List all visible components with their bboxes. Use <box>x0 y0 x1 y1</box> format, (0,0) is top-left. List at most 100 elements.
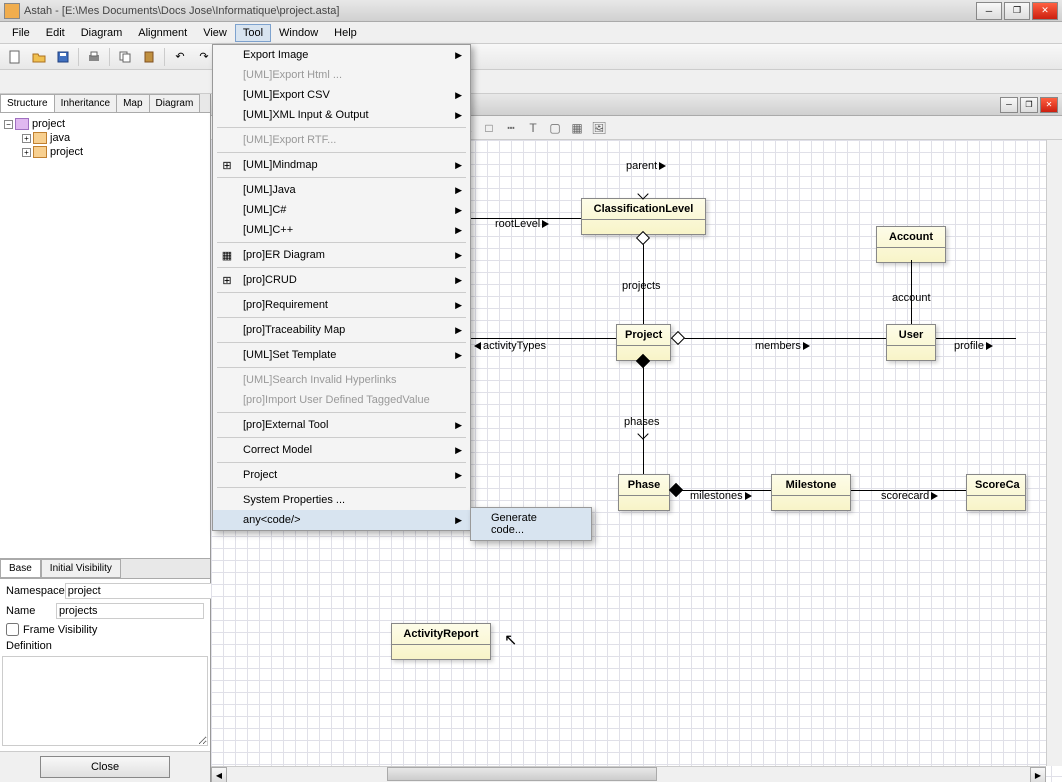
tool-btn[interactable]: ▦ <box>567 118 587 138</box>
tool-btn[interactable]: □ <box>479 118 499 138</box>
menu-csharp[interactable]: [UML]C#▶ <box>213 200 470 220</box>
package-icon <box>15 118 29 130</box>
horizontal-scrollbar[interactable]: ◀ ▶ <box>211 766 1046 782</box>
assoc-label: profile <box>954 340 993 352</box>
class-milestone[interactable]: Milestone <box>771 474 851 511</box>
menu-traceability[interactable]: [pro]Traceability Map▶ <box>213 320 470 340</box>
menu-export-html: [UML]Export Html ... <box>213 65 470 85</box>
diagram-minimize-button[interactable]: ─ <box>1000 97 1018 113</box>
save-button[interactable] <box>52 46 74 68</box>
tree-item[interactable]: project <box>50 146 83 158</box>
menu-system-properties[interactable]: System Properties ... <box>213 490 470 510</box>
tree-item[interactable]: java <box>50 132 70 144</box>
menu-export-rtf: [UML]Export RTF... <box>213 130 470 150</box>
diagram-maximize-button[interactable]: ❐ <box>1020 97 1038 113</box>
text-tool[interactable]: T <box>523 118 543 138</box>
tab-initial-visibility[interactable]: Initial Visibility <box>41 559 121 578</box>
frame-visibility-checkbox[interactable] <box>6 623 19 636</box>
window-title: Astah - [E:\Mes Documents\Docs Jose\Info… <box>24 5 976 17</box>
tab-structure[interactable]: Structure <box>0 94 55 112</box>
menu-help[interactable]: Help <box>326 24 365 42</box>
app-icon <box>4 3 20 19</box>
close-props-button[interactable]: Close <box>40 756 170 778</box>
assoc-label: members <box>755 340 810 352</box>
crud-icon: ⊞ <box>219 272 235 288</box>
assoc-label: phases <box>624 416 659 428</box>
menu-export-csv[interactable]: [UML]Export CSV▶ <box>213 85 470 105</box>
class-account[interactable]: Account <box>876 226 946 263</box>
menu-cpp[interactable]: [UML]C++▶ <box>213 220 470 240</box>
tab-map[interactable]: Map <box>116 94 149 112</box>
frame-visibility-label: Frame Visibility <box>23 624 97 636</box>
menu-correct-model[interactable]: Correct Model▶ <box>213 440 470 460</box>
undo-button[interactable]: ↶ <box>169 46 191 68</box>
tree-view[interactable]: − project + java + project <box>0 113 210 558</box>
menu-export-image[interactable]: Export Image▶ <box>213 45 470 65</box>
definition-textarea[interactable] <box>2 656 208 746</box>
assoc-label: projects <box>622 280 661 292</box>
expand-icon[interactable]: − <box>4 120 13 129</box>
open-button[interactable] <box>28 46 50 68</box>
assoc-label: scorecard <box>881 490 938 502</box>
menu-tool[interactable]: Tool <box>235 24 271 42</box>
expand-icon[interactable]: + <box>22 134 31 143</box>
menu-xml-io[interactable]: [UML]XML Input & Output▶ <box>213 105 470 125</box>
copy-button[interactable] <box>114 46 136 68</box>
main-toolbar: ↶ ↷ <box>0 44 1062 70</box>
maximize-button[interactable]: ❐ <box>1004 2 1030 20</box>
tab-diagram[interactable]: Diagram <box>149 94 201 112</box>
menu-diagram[interactable]: Diagram <box>73 24 131 42</box>
new-button[interactable] <box>4 46 26 68</box>
tab-base[interactable]: Base <box>0 559 41 578</box>
definition-label: Definition <box>6 640 86 652</box>
menu-project[interactable]: Project▶ <box>213 465 470 485</box>
menu-generate-code[interactable]: Generate code... <box>471 508 591 540</box>
print-button[interactable] <box>83 46 105 68</box>
menu-requirement[interactable]: [pro]Requirement▶ <box>213 295 470 315</box>
close-button[interactable]: ✕ <box>1032 2 1058 20</box>
menu-view[interactable]: View <box>195 24 235 42</box>
tool-menu-dropdown: Export Image▶ [UML]Export Html ... [UML]… <box>212 44 471 531</box>
menu-external-tool[interactable]: [pro]External Tool▶ <box>213 415 470 435</box>
menu-edit[interactable]: Edit <box>38 24 73 42</box>
menu-crud[interactable]: ⊞[pro]CRUD▶ <box>213 270 470 290</box>
tree-root[interactable]: project <box>32 118 65 130</box>
menu-er-diagram[interactable]: ▦[pro]ER Diagram▶ <box>213 245 470 265</box>
class-phase[interactable]: Phase <box>618 474 670 511</box>
class-classificationlevel[interactable]: ClassificationLevel <box>581 198 706 235</box>
name-field[interactable] <box>56 603 204 619</box>
menu-import-tagged: [pro]Import User Defined TaggedValue <box>213 390 470 410</box>
diagram-close-button[interactable]: ✕ <box>1040 97 1058 113</box>
class-scorecard[interactable]: ScoreCa <box>966 474 1026 511</box>
vertical-scrollbar[interactable] <box>1046 140 1062 766</box>
menu-mindmap[interactable]: ⊞[UML]Mindmap▶ <box>213 155 470 175</box>
menu-anycode[interactable]: any<code/>▶ Generate code... <box>213 510 470 530</box>
menu-alignment[interactable]: Alignment <box>130 24 195 42</box>
class-user[interactable]: User <box>886 324 936 361</box>
assoc-label: milestones <box>690 490 752 502</box>
tab-inheritance[interactable]: Inheritance <box>54 94 117 112</box>
er-icon: ▦ <box>219 247 235 263</box>
expand-icon[interactable]: + <box>22 148 31 157</box>
menu-set-template[interactable]: [UML]Set Template▶ <box>213 345 470 365</box>
tool-btn[interactable]: ┅ <box>501 118 521 138</box>
paste-button[interactable] <box>138 46 160 68</box>
assoc-label: account <box>892 292 931 304</box>
class-activityreport[interactable]: ActivityReport <box>391 623 491 660</box>
menu-file[interactable]: File <box>4 24 38 42</box>
menu-window[interactable]: Window <box>271 24 326 42</box>
mindmap-icon: ⊞ <box>219 157 235 173</box>
namespace-field[interactable] <box>65 583 213 599</box>
tool-btn[interactable]: ▢ <box>545 118 565 138</box>
minimize-button[interactable]: ─ <box>976 2 1002 20</box>
namespace-label: Namespace <box>6 585 65 597</box>
folder-icon <box>33 146 47 158</box>
anycode-submenu: Generate code... <box>470 507 592 541</box>
name-label: Name <box>6 605 56 617</box>
search-row <box>0 70 1062 94</box>
folder-icon <box>33 132 47 144</box>
title-bar: Astah - [E:\Mes Documents\Docs Jose\Info… <box>0 0 1062 22</box>
menu-java[interactable]: [UML]Java▶ <box>213 180 470 200</box>
assoc-label: parent <box>626 160 666 172</box>
tool-btn[interactable]: 🖼 <box>589 118 609 138</box>
